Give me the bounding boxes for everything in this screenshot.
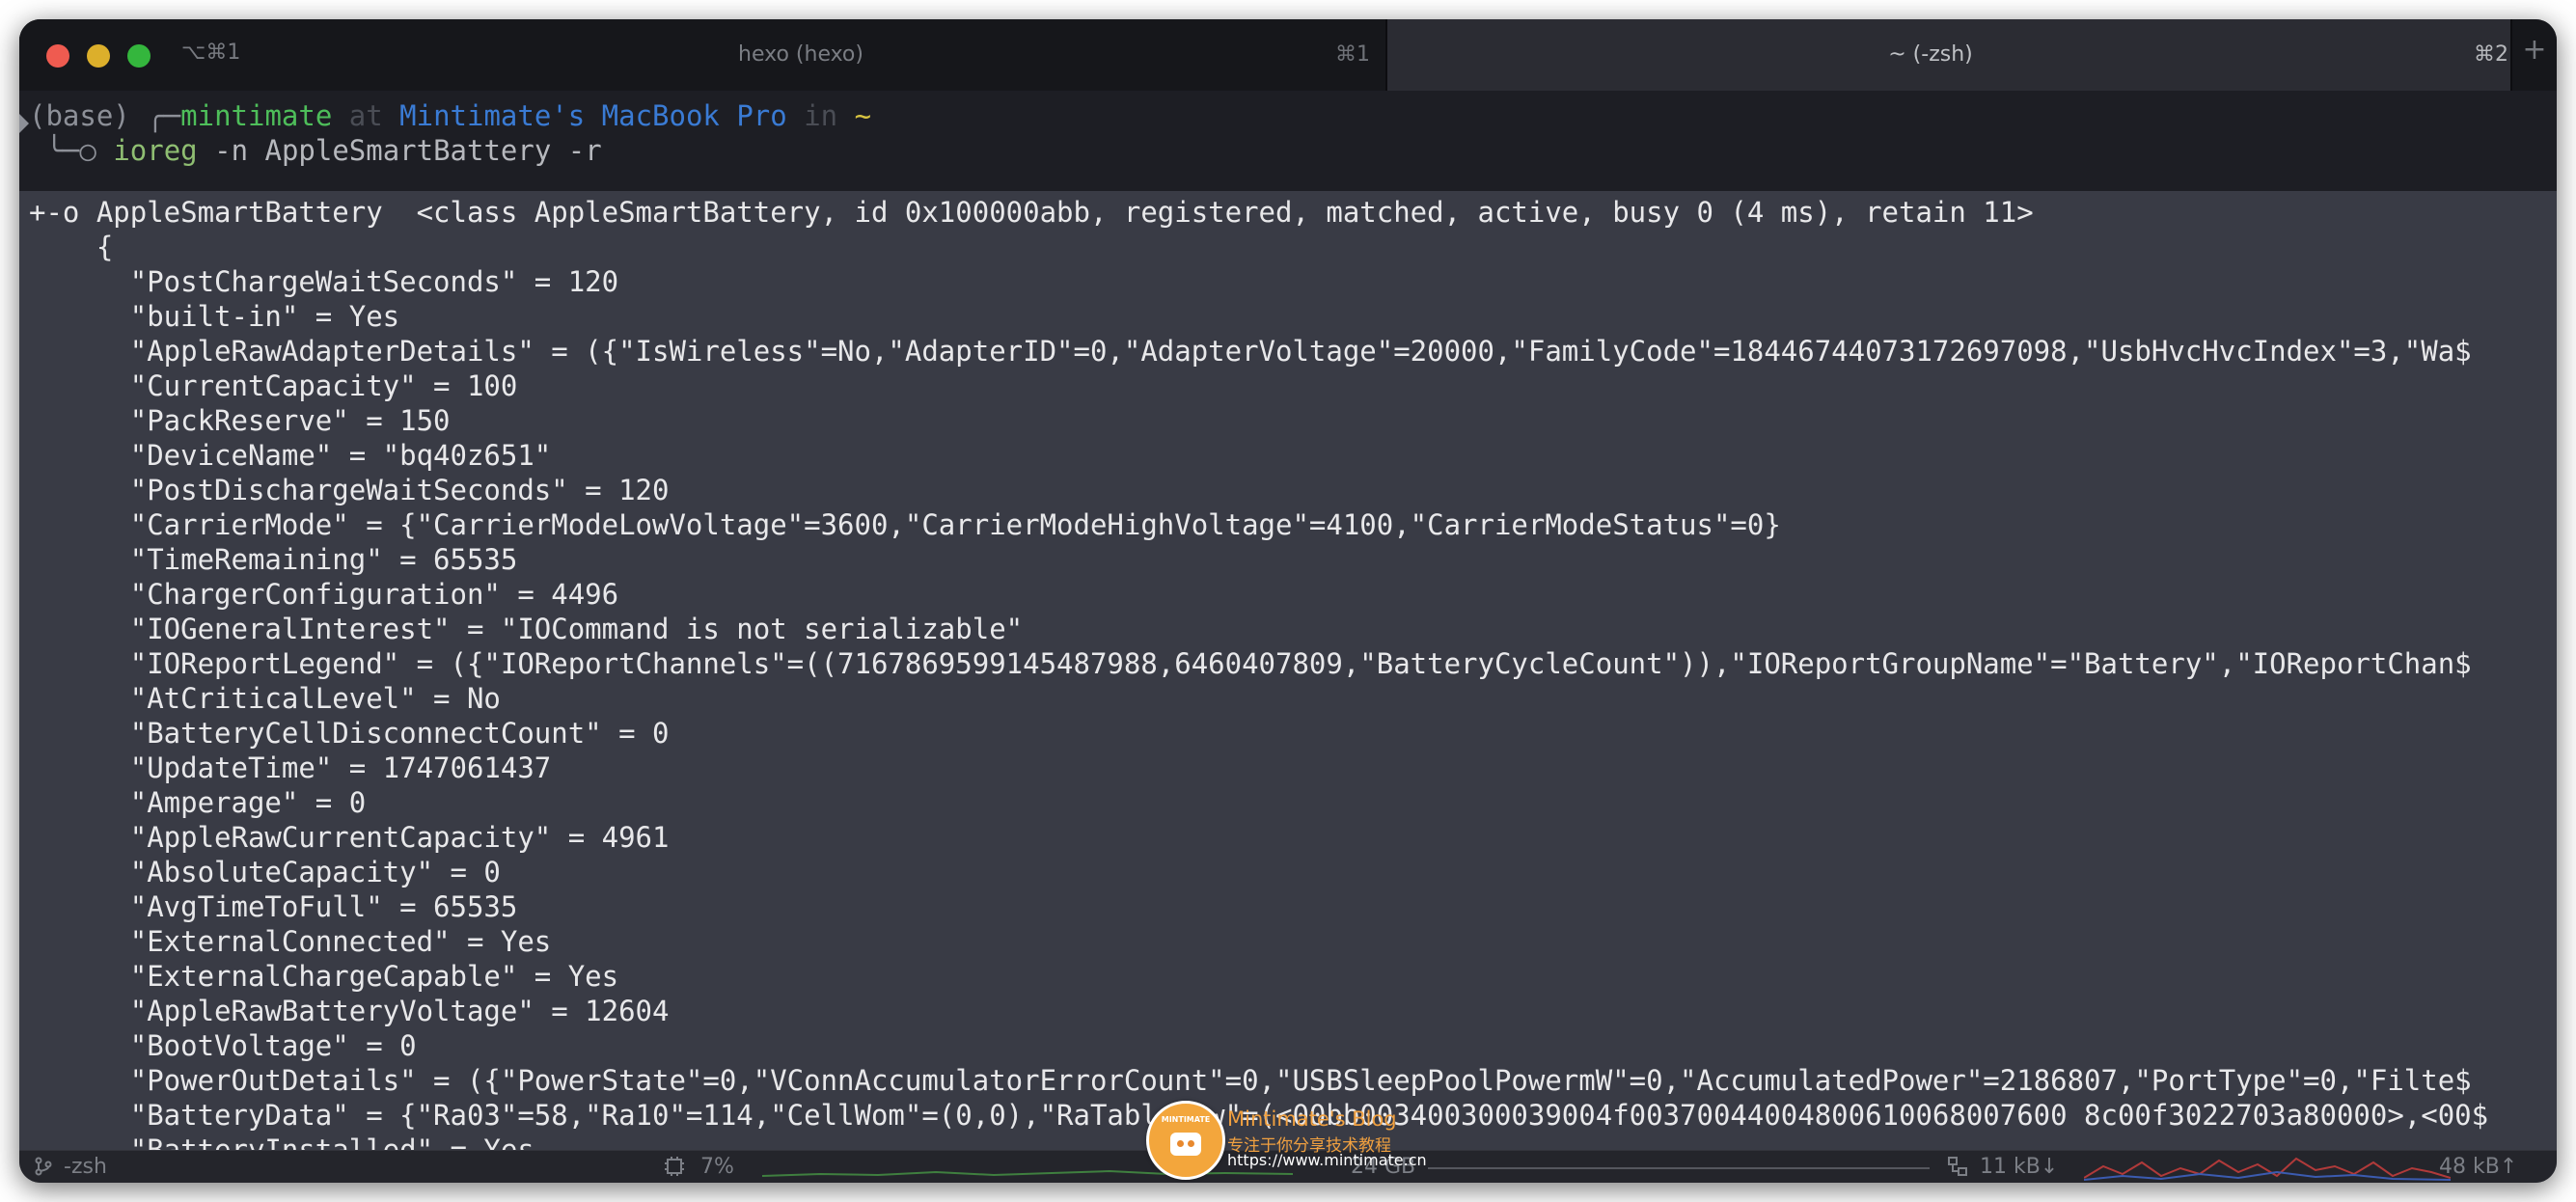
minimize-button[interactable] <box>87 44 110 68</box>
tab-shortcut: ⌘2 <box>2474 42 2508 67</box>
memory-graph <box>1428 1167 1930 1169</box>
command-line: ╰─○ ioreg -n AppleSmartBattery -r <box>29 133 602 168</box>
output-line: "UpdateTime" = 1747061437 <box>29 751 552 784</box>
output-line: "AppleRawBatteryVoltage" = 12604 <box>29 995 670 1027</box>
watermark-logo: MINTIMATE <box>1146 1101 1225 1180</box>
output-line: "AppleRawCurrentCapacity" = 4961 <box>29 821 670 854</box>
output-line: "CarrierMode" = {"CarrierModeLowVoltage"… <box>29 508 1781 541</box>
output-line: "PostDischargeWaitSeconds" = 120 <box>29 474 670 506</box>
watermark-url: https://www.mintimate.cn <box>1227 1151 1427 1169</box>
output-line: "CurrentCapacity" = 100 <box>29 369 518 402</box>
logo-face-icon <box>1170 1133 1201 1156</box>
tab-shortcut: ⌘1 <box>1335 42 1370 67</box>
window-shortcut: ⌥⌘1 <box>181 41 241 65</box>
prompt-in: in <box>804 99 838 132</box>
window-controls <box>46 44 151 68</box>
network-graph <box>2084 1157 2451 1181</box>
output-line: "IOReportLegend" = ({"IOReportChannels"=… <box>29 647 2472 680</box>
tab-title: ~ (-zsh) <box>1888 42 1973 67</box>
network-up: 48 kB↑ <box>2439 1155 2518 1179</box>
branch-icon <box>35 1157 52 1176</box>
output-line: "IOGeneralInterest" = "IOCommand is not … <box>29 613 1024 645</box>
prompt-user: mintimate <box>180 99 333 132</box>
prompt-corner: ╭─ <box>147 99 181 132</box>
terminal-window: hexo (hexo) ⌘1 ⌥⌘1 ~ (-zsh) ⌘2 + (base) … <box>19 19 2557 1183</box>
tab-bar: hexo (hexo) ⌘1 ⌥⌘1 ~ (-zsh) ⌘2 + <box>19 19 2557 91</box>
output-line: +-o AppleSmartBattery <class AppleSmartB… <box>29 196 2034 229</box>
output-line: "Amperage" = 0 <box>29 786 367 819</box>
prompt-host: Mintimate's MacBook Pro <box>399 99 787 132</box>
logo-eye-icon <box>1177 1140 1184 1147</box>
status-job: -zsh <box>64 1155 107 1179</box>
output-line: "ExternalChargeCapable" = Yes <box>29 960 619 993</box>
prompt-directory: ~ <box>854 99 872 132</box>
network-down: 11 kB↓ <box>1980 1155 2059 1179</box>
output-line: "ChargerConfiguration" = 4496 <box>29 578 619 611</box>
cpu-usage: 7% <box>700 1155 734 1179</box>
prompt-corner: ╰─○ <box>45 134 96 167</box>
new-tab-button[interactable]: + <box>2518 31 2551 69</box>
command-args: -n AppleSmartBattery -r <box>214 134 602 167</box>
watermark-badge: MINTIMATE <box>1161 1115 1211 1124</box>
command-name: ioreg <box>113 134 198 167</box>
output-line: "BootVoltage" = 0 <box>29 1029 417 1062</box>
output-line: "BatteryCellDisconnectCount" = 0 <box>29 717 670 750</box>
terminal-content[interactable]: (base) ╭─mintimate at Mintimate's MacBoo… <box>19 91 2557 1166</box>
watermark-title: Mintimate's Blog <box>1227 1107 1397 1131</box>
prompt-arrow-icon <box>19 114 29 133</box>
output-line: "TimeRemaining" = 65535 <box>29 543 518 576</box>
tab-zsh[interactable]: ~ (-zsh) ⌘2 <box>1387 19 2510 91</box>
output-line: "AppleRawAdapterDetails" = ({"IsWireless… <box>29 335 2472 368</box>
output-line: "AvgTimeToFull" = 65535 <box>29 890 518 923</box>
output-line: { <box>29 231 114 263</box>
prompt-at: at <box>348 99 383 132</box>
cpu-icon <box>665 1157 684 1176</box>
zoom-button[interactable] <box>127 44 151 68</box>
output-line: "PackReserve" = 150 <box>29 404 451 437</box>
output-line: "built-in" = Yes <box>29 300 400 333</box>
close-button[interactable] <box>46 44 69 68</box>
network-icon <box>1948 1157 1967 1176</box>
prompt-line: (base) ╭─mintimate at Mintimate's MacBoo… <box>29 98 871 133</box>
output-line: "ExternalConnected" = Yes <box>29 925 552 958</box>
tab-divider <box>2510 19 2512 91</box>
conda-env: (base) <box>29 99 130 132</box>
output-line: "PostChargeWaitSeconds" = 120 <box>29 265 619 298</box>
output-line: "DeviceName" = "bq40z651" <box>29 439 552 472</box>
output-line: "AbsoluteCapacity" = 0 <box>29 856 501 888</box>
output-line: "PowerOutDetails" = ({"PowerState"=0,"VC… <box>29 1064 2472 1097</box>
tab-title: hexo (hexo) <box>738 42 863 67</box>
logo-eye-icon <box>1188 1140 1194 1147</box>
output-line: "AtCriticalLevel" = No <box>29 682 501 715</box>
